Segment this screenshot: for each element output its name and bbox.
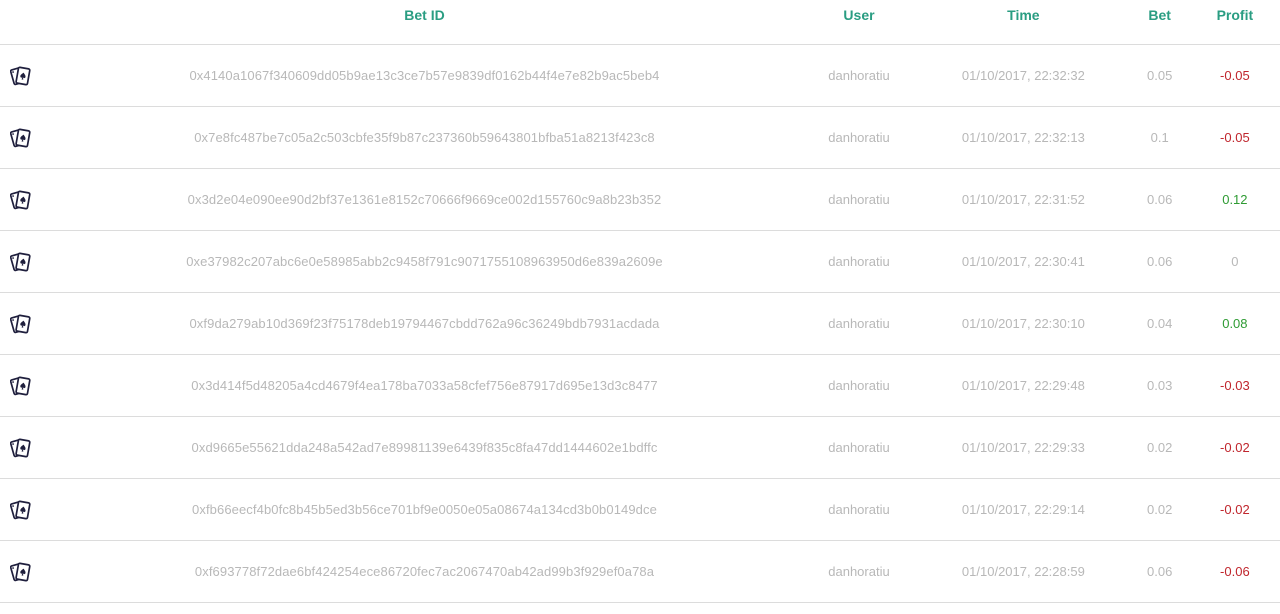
time-cell: 01/10/2017, 22:32:32 — [917, 44, 1130, 107]
time-cell: 01/10/2017, 22:28:59 — [917, 540, 1130, 603]
time-cell: 01/10/2017, 22:29:14 — [917, 478, 1130, 541]
game-icon-cell — [0, 230, 49, 293]
time-cell: 01/10/2017, 22:30:10 — [917, 292, 1130, 355]
playing-cards-icon — [10, 127, 31, 147]
table-row[interactable]: 0xf693778f72dae6bf424254ece86720fec7ac20… — [0, 540, 1280, 603]
bet-id-cell[interactable]: 0x3d414f5d48205a4cd4679f4ea178ba7033a58c… — [48, 354, 801, 417]
playing-cards-icon — [10, 313, 31, 333]
table-row[interactable]: 0xe37982c207abc6e0e58985abb2c9458f791c90… — [0, 230, 1280, 293]
time-cell: 01/10/2017, 22:31:52 — [917, 168, 1130, 231]
header-profit[interactable]: Profit — [1189, 0, 1280, 45]
bet-id-cell[interactable]: 0xd9665e55621dda248a542ad7e89981139e6439… — [48, 416, 801, 479]
game-icon-cell — [0, 106, 49, 169]
header-bet-label: Bet — [1148, 7, 1171, 23]
bet-id-cell[interactable]: 0xfb66eecf4b0fc8b45b5ed3b56ce701bf9e0050… — [48, 478, 801, 541]
bet-amount-cell: 0.02 — [1129, 416, 1190, 479]
user-cell[interactable]: danhoratiu — [800, 230, 918, 293]
playing-cards-icon — [10, 189, 31, 209]
table-row[interactable]: 0x7e8fc487be7c05a2c503cbfe35f9b87c237360… — [0, 106, 1280, 169]
user-cell[interactable]: danhoratiu — [800, 106, 918, 169]
header-time[interactable]: Time — [917, 0, 1130, 45]
time-cell: 01/10/2017, 22:32:13 — [917, 106, 1130, 169]
profit-cell: 0 — [1189, 230, 1280, 293]
header-profit-label: Profit — [1216, 7, 1254, 23]
profit-cell: 0.12 — [1189, 168, 1280, 231]
playing-cards-icon — [10, 375, 31, 395]
user-cell[interactable]: danhoratiu — [800, 168, 918, 231]
game-icon-cell — [0, 416, 49, 479]
time-cell: 01/10/2017, 22:29:33 — [917, 416, 1130, 479]
bet-amount-cell: 0.06 — [1129, 230, 1190, 293]
user-cell[interactable]: danhoratiu — [800, 478, 918, 541]
game-icon-cell — [0, 354, 49, 417]
table-row[interactable]: 0x3d414f5d48205a4cd4679f4ea178ba7033a58c… — [0, 354, 1280, 417]
profit-cell: -0.05 — [1189, 44, 1280, 107]
header-user-label: User — [843, 7, 875, 23]
playing-cards-icon — [10, 437, 31, 457]
bet-amount-cell: 0.04 — [1129, 292, 1190, 355]
bet-amount-cell: 0.06 — [1129, 168, 1190, 231]
header-bet[interactable]: Bet — [1129, 0, 1190, 45]
game-icon-cell — [0, 168, 49, 231]
bet-id-cell[interactable]: 0xf693778f72dae6bf424254ece86720fec7ac20… — [48, 540, 801, 603]
playing-cards-icon — [10, 65, 31, 85]
header-icon-column — [0, 0, 49, 45]
profit-cell: -0.02 — [1189, 416, 1280, 479]
profit-cell: -0.06 — [1189, 540, 1280, 603]
table-row[interactable]: 0x3d2e04e090ee90d2bf37e1361e8152c70666f9… — [0, 168, 1280, 231]
bet-amount-cell: 0.05 — [1129, 44, 1190, 107]
user-cell[interactable]: danhoratiu — [800, 44, 918, 107]
bet-amount-cell: 0.06 — [1129, 540, 1190, 603]
game-icon-cell — [0, 540, 49, 603]
table-header-row: Bet ID User Time Bet Profit — [0, 0, 1280, 45]
playing-cards-icon — [10, 499, 31, 519]
table-row[interactable]: 0x4140a1067f340609dd05b9ae13c3ce7b57e983… — [0, 44, 1280, 107]
header-bet-id[interactable]: Bet ID — [48, 0, 801, 45]
profit-cell: -0.05 — [1189, 106, 1280, 169]
bet-id-cell[interactable]: 0x7e8fc487be7c05a2c503cbfe35f9b87c237360… — [48, 106, 801, 169]
game-icon-cell — [0, 478, 49, 541]
header-user[interactable]: User — [800, 0, 918, 45]
profit-cell: 0.08 — [1189, 292, 1280, 355]
bet-amount-cell: 0.1 — [1129, 106, 1190, 169]
table-row[interactable]: 0xf9da279ab10d369f23f75178deb19794467cbd… — [0, 292, 1280, 355]
playing-cards-icon — [10, 561, 31, 581]
game-icon-cell — [0, 292, 49, 355]
header-bet-id-label: Bet ID — [404, 7, 445, 23]
user-cell[interactable]: danhoratiu — [800, 292, 918, 355]
bet-id-cell[interactable]: 0x3d2e04e090ee90d2bf37e1361e8152c70666f9… — [48, 168, 801, 231]
profit-cell: -0.03 — [1189, 354, 1280, 417]
game-icon-cell — [0, 44, 49, 107]
table-row[interactable]: 0xd9665e55621dda248a542ad7e89981139e6439… — [0, 416, 1280, 479]
header-time-label: Time — [1007, 7, 1040, 23]
bet-amount-cell: 0.02 — [1129, 478, 1190, 541]
user-cell[interactable]: danhoratiu — [800, 540, 918, 603]
user-cell[interactable]: danhoratiu — [800, 416, 918, 479]
user-cell[interactable]: danhoratiu — [800, 354, 918, 417]
time-cell: 01/10/2017, 22:30:41 — [917, 230, 1130, 293]
table-row[interactable]: 0xfb66eecf4b0fc8b45b5ed3b56ce701bf9e0050… — [0, 478, 1280, 541]
bet-id-cell[interactable]: 0x4140a1067f340609dd05b9ae13c3ce7b57e983… — [48, 44, 801, 107]
bet-id-cell[interactable]: 0xf9da279ab10d369f23f75178deb19794467cbd… — [48, 292, 801, 355]
bet-id-cell[interactable]: 0xe37982c207abc6e0e58985abb2c9458f791c90… — [48, 230, 801, 293]
bets-table: Bet ID User Time Bet Profit 0x4140a1067f… — [0, 0, 1280, 603]
playing-cards-icon — [10, 251, 31, 271]
bet-amount-cell: 0.03 — [1129, 354, 1190, 417]
time-cell: 01/10/2017, 22:29:48 — [917, 354, 1130, 417]
profit-cell: -0.02 — [1189, 478, 1280, 541]
